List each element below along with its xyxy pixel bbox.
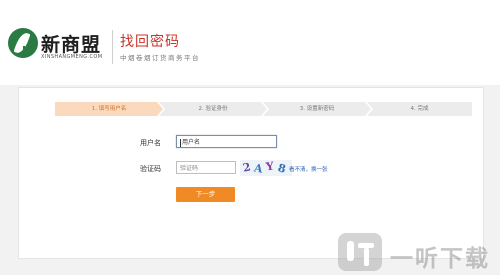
watermark: 一听下载: [338, 231, 500, 275]
captcha-label: 验证码: [140, 165, 161, 173]
refresh-captcha-link[interactable]: 看不清，换一张: [289, 165, 328, 173]
step-1: 1. 填写用户名: [55, 102, 163, 116]
watermark-logo-icon: [338, 233, 382, 271]
captcha-input[interactable]: 验证码: [176, 161, 236, 174]
username-placeholder: 用户名: [182, 139, 201, 146]
brand-domain: XINSHANGMENG.COM: [41, 54, 103, 60]
header-divider: [112, 30, 113, 64]
watermark-text: 一听下载: [390, 246, 490, 272]
next-step-button[interactable]: 下一步: [176, 187, 235, 202]
captcha-image[interactable]: 2 A Y 8: [240, 160, 292, 176]
site-header: 新商盟 XINSHANGMENG.COM 找回密码 中烟卷烟订货商务平台: [0, 0, 500, 85]
captcha-char: 2: [241, 160, 252, 175]
username-input[interactable]: 用户名: [176, 135, 277, 148]
logo-icon[interactable]: [8, 28, 38, 58]
captcha-char: Y: [265, 160, 275, 174]
brand-name[interactable]: 新商盟: [41, 30, 101, 57]
step-2: 2. 验证身份: [159, 102, 267, 116]
step-4: 4. 完成: [367, 102, 472, 116]
captcha-char: A: [252, 161, 264, 176]
text-caret: [180, 138, 181, 147]
captcha-char: 8: [276, 161, 288, 176]
captcha-placeholder: 验证码: [180, 165, 199, 172]
page-title: 找回密码: [120, 34, 180, 50]
username-label: 用户名: [140, 139, 161, 147]
page-subtitle: 中烟卷烟订货商务平台: [120, 54, 200, 62]
step-3: 3. 设置新密码: [263, 102, 371, 116]
progress-steps: 1. 填写用户名 2. 验证身份 3. 设置新密码 4. 完成: [55, 102, 472, 116]
